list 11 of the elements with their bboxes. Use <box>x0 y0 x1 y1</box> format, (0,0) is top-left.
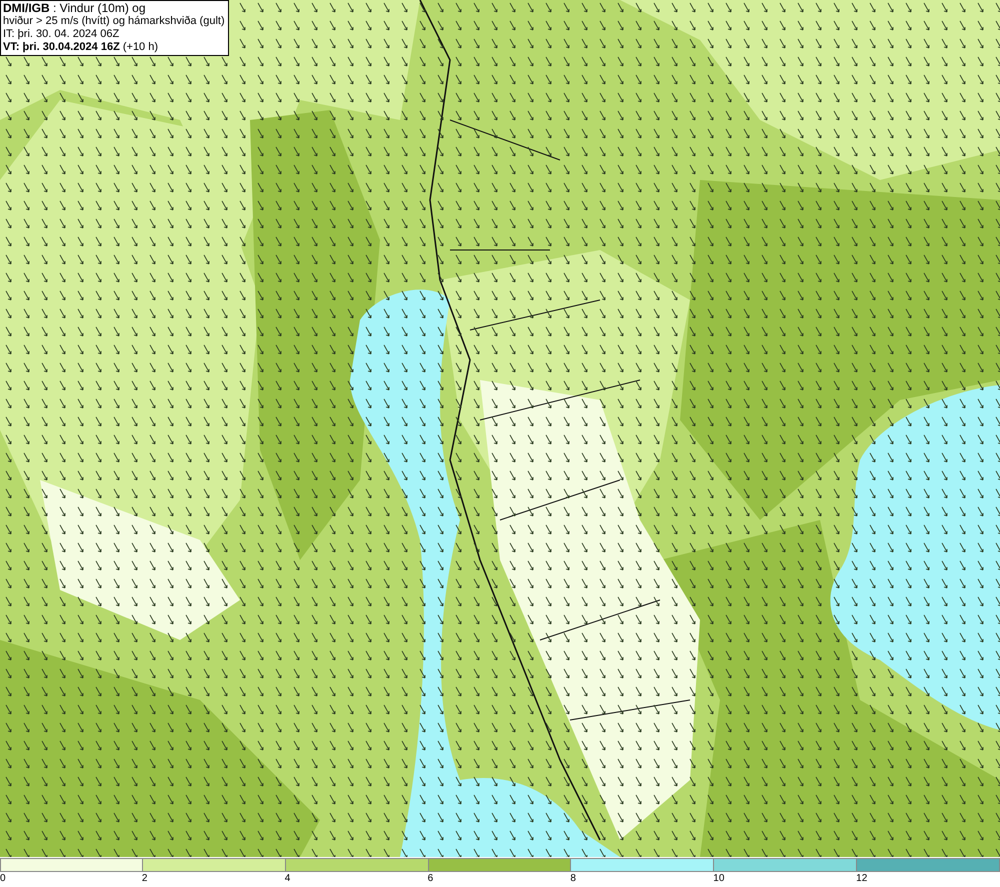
legend-tick-label: 6 <box>428 872 434 886</box>
title-line: VT: þri. 30.04.2024 16Z (+10 h) <box>3 41 160 54</box>
title-line: DMI/IGB : Vindur (10m) og <box>3 2 146 15</box>
legend-tick-label: 12 <box>856 872 868 886</box>
legend-tick-label: 4 <box>284 872 290 886</box>
legend-tick-label: 2 <box>142 872 148 886</box>
legend-tick-label: 0 <box>0 872 6 886</box>
legend-tick-label: 8 <box>570 872 576 886</box>
title-line: hviður > 25 m/s (hvítt) og hámarkshviða (gult) <box>3 15 225 28</box>
title-line: IT: þri. 30. 04. 2024 06Z <box>3 28 120 41</box>
legend-tick-label: 10 <box>713 872 724 886</box>
